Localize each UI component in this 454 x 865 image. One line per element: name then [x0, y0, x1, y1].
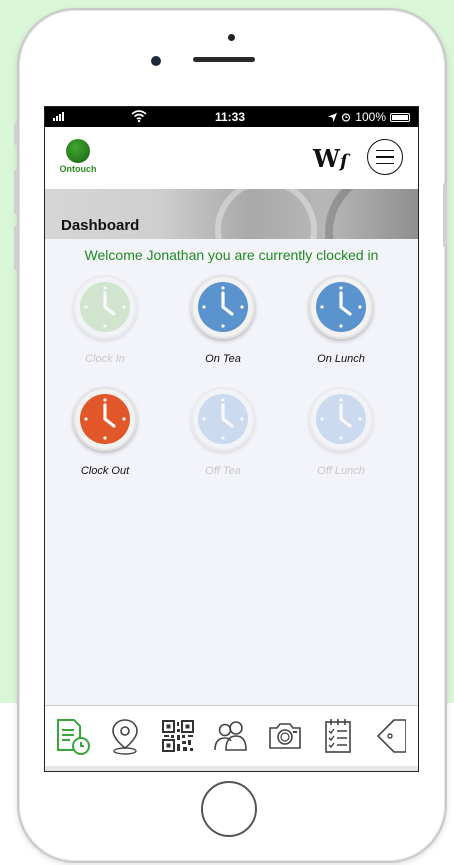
checklist-icon [325, 719, 351, 753]
location-pin-icon [112, 719, 138, 755]
logo-text: Ontouch [59, 164, 97, 174]
tab-tags[interactable] [365, 716, 418, 756]
status-right: 100% [328, 110, 410, 124]
bottom-tab-bar [45, 705, 418, 771]
tag-icon [377, 719, 407, 753]
action-label: Clock Out [80, 465, 130, 477]
battery-percent: 100% [355, 110, 386, 124]
action-label: Off Lunch [317, 465, 365, 477]
phone-side-button-volume-down [14, 226, 18, 270]
clock-icon [191, 275, 255, 339]
action-label: Off Tea [205, 465, 241, 477]
status-bar: 11:33 100% [45, 107, 418, 127]
banner-watch-graphic [215, 189, 317, 239]
phone-home-button[interactable] [201, 781, 257, 837]
hamburger-menu-icon[interactable] [367, 139, 403, 175]
signal-icon [53, 112, 64, 121]
logo-emblem-icon [66, 139, 90, 163]
brand-mark: Wſ [313, 144, 348, 173]
action-label: On Tea [205, 353, 241, 365]
phone-side-button-volume-up [14, 170, 18, 214]
dashboard-banner: Dashboard [45, 189, 418, 239]
camera-icon [268, 723, 301, 749]
app-header: Ontouch Wſ [45, 127, 418, 189]
clock-icon [309, 275, 373, 339]
alarm-icon [342, 113, 351, 122]
phone-front-camera [151, 56, 161, 66]
on-tea-button[interactable]: On Tea [173, 275, 273, 365]
timesheet-clock-icon [56, 719, 90, 755]
on-lunch-button[interactable]: On Lunch [291, 275, 391, 365]
clock-icon [73, 275, 137, 339]
tab-bar-scrollbar[interactable] [45, 766, 418, 771]
users-icon [214, 721, 248, 751]
banner-watch-graphic [325, 189, 418, 239]
brand-mark-text: W [313, 144, 340, 173]
ontouch-logo[interactable]: Ontouch [53, 139, 103, 177]
tab-checklist[interactable] [311, 716, 364, 756]
qr-code-icon [162, 720, 195, 752]
tab-timesheet[interactable] [45, 716, 98, 756]
app-screen: 11:33 100% Ontouch Wſ Dashboard Welcome … [44, 106, 419, 772]
phone-sensor [228, 34, 235, 41]
tab-location[interactable] [98, 716, 151, 756]
phone-speaker [193, 57, 255, 62]
wifi-icon [131, 110, 147, 123]
page-title: Dashboard [61, 217, 140, 234]
clock-in-button[interactable]: Clock In [55, 275, 155, 365]
action-label: On Lunch [317, 353, 365, 365]
clock-icon [309, 387, 373, 451]
phone-side-button-power [443, 183, 447, 247]
action-label: Clock In [85, 353, 125, 365]
tab-qr-scan[interactable] [152, 718, 205, 754]
welcome-message: Welcome Jonathan you are currently clock… [84, 247, 379, 263]
tab-team[interactable] [205, 716, 258, 756]
tab-camera[interactable] [258, 716, 311, 756]
clock-icon [191, 387, 255, 451]
phone-side-button-mute [14, 123, 18, 145]
off-lunch-button[interactable]: Off Lunch [291, 387, 391, 477]
clock-out-button[interactable]: Clock Out [55, 387, 155, 477]
location-arrow-icon [328, 112, 338, 122]
battery-icon [390, 112, 410, 122]
status-time: 11:33 [215, 110, 246, 124]
brand-mark-swirl-icon: ſ [339, 151, 348, 172]
clock-icon [73, 387, 137, 451]
off-tea-button[interactable]: Off Tea [173, 387, 273, 477]
